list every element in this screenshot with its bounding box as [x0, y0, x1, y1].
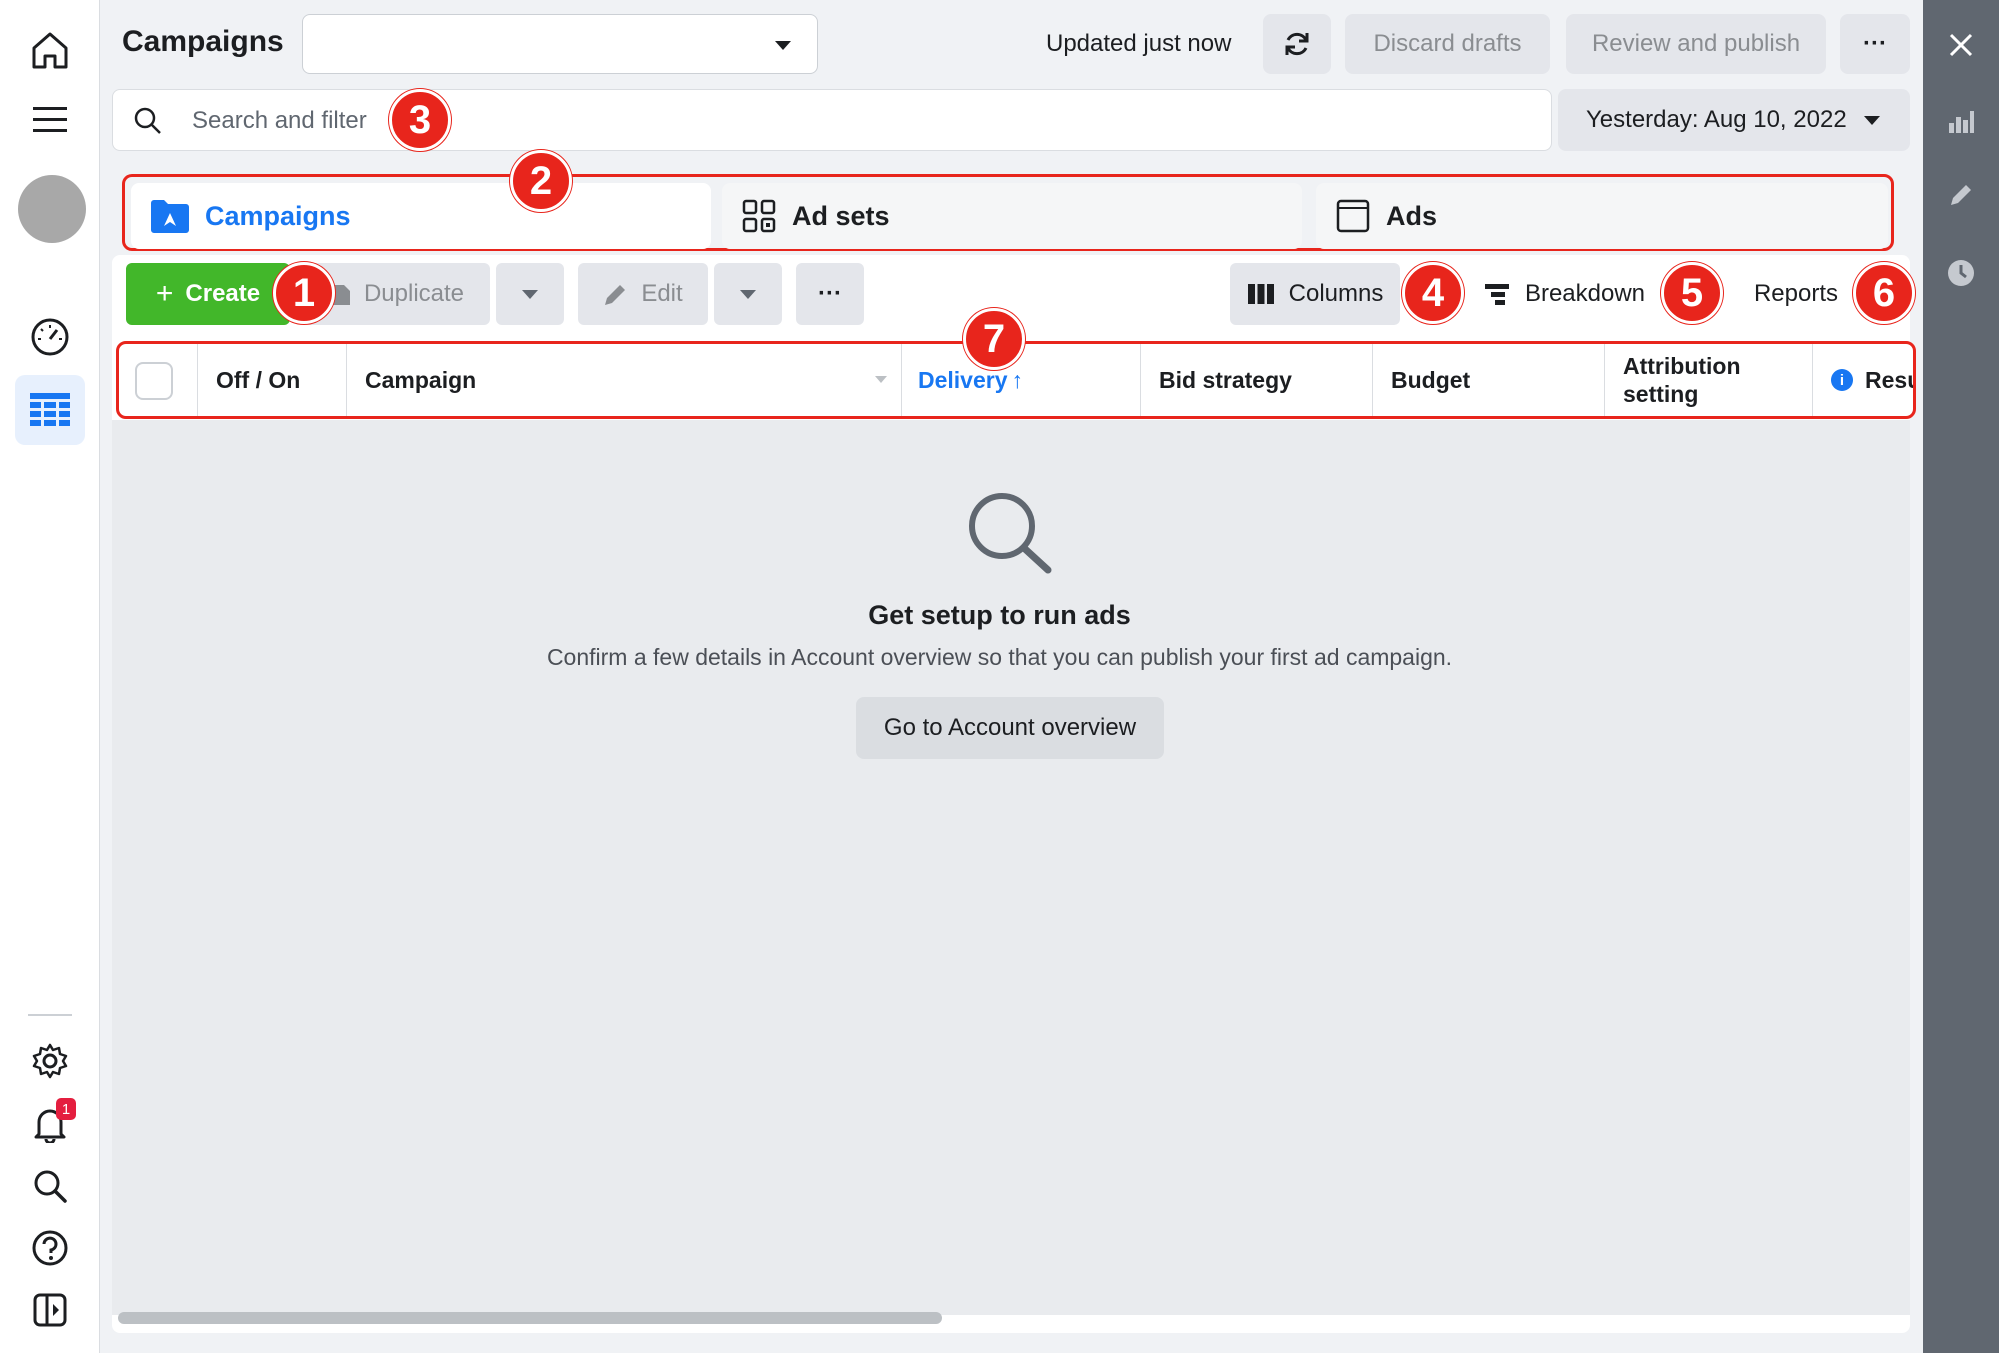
breakdown-button[interactable]: Breakdown	[1464, 263, 1664, 325]
home-icon[interactable]	[0, 28, 100, 72]
horizontal-scrollbar[interactable]	[118, 1312, 942, 1324]
tab-ad-sets-label: Ad sets	[792, 200, 890, 231]
pencil-icon[interactable]	[1923, 178, 1999, 212]
search-icon[interactable]	[0, 1166, 100, 1206]
chevron-down-icon	[522, 289, 538, 299]
more-options-button[interactable]: ···	[1840, 14, 1910, 74]
panel-toggle-icon[interactable]	[0, 1290, 100, 1330]
go-to-account-overview-button[interactable]: Go to Account overview	[856, 697, 1164, 759]
column-campaign-label: Campaign	[365, 366, 477, 393]
empty-state-title: Get setup to run ads	[868, 600, 1131, 630]
left-nav: 1	[0, 0, 100, 1353]
help-icon[interactable]	[0, 1228, 100, 1268]
annotation-marker-5: 5	[1661, 262, 1723, 324]
tab-ads-label: Ads	[1386, 200, 1438, 231]
breakdown-label: Breakdown	[1524, 280, 1646, 307]
sort-caret-icon	[875, 376, 887, 383]
menu-icon[interactable]	[0, 102, 100, 138]
column-header-delivery[interactable]: Delivery ↑	[902, 344, 1141, 416]
tab-campaigns-label: Campaigns	[205, 200, 351, 231]
right-rail	[1923, 0, 1999, 1353]
column-attribution-label: Attribution setting	[1623, 353, 1741, 407]
date-range-label: Yesterday: Aug 10, 2022	[1586, 106, 1847, 133]
empty-state-subtitle: Confirm a few details in Account overvie…	[546, 644, 1453, 670]
column-header-off-on[interactable]: Off / On	[198, 344, 347, 416]
dashboard-gauge-icon[interactable]	[0, 316, 100, 358]
refresh-icon	[1285, 32, 1309, 56]
annotation-marker-7: 7	[963, 308, 1025, 370]
chevron-down-icon	[740, 289, 756, 299]
ad-sets-grid-icon	[742, 199, 776, 233]
annotation-marker-6: 6	[1853, 262, 1915, 324]
plus-icon: +	[155, 277, 174, 310]
review-publish-button[interactable]: Review and publish	[1566, 14, 1826, 74]
level-tabs: Campaigns Ad sets Ads	[122, 174, 1894, 251]
ads-manager-table-icon[interactable]	[15, 375, 85, 445]
annotation-marker-3: 3	[389, 89, 451, 151]
annotation-marker-2: 2	[510, 150, 572, 212]
edit-dropdown-button[interactable]	[714, 263, 782, 325]
settings-gear-icon[interactable]	[0, 1042, 100, 1080]
duplicate-dropdown-button[interactable]	[496, 263, 564, 325]
edit-button[interactable]: Edit	[578, 263, 708, 325]
columns-label: Columns	[1288, 280, 1384, 307]
chevron-down-icon	[1864, 116, 1880, 125]
page-title: Campaigns	[122, 25, 284, 58]
edit-label: Edit	[641, 280, 683, 307]
breakdown-icon	[1484, 284, 1509, 305]
notifications-bell-icon[interactable]	[0, 1104, 100, 1144]
column-delivery-label: Delivery	[918, 366, 1008, 393]
discard-drafts-button[interactable]: Discard drafts	[1345, 14, 1550, 74]
create-label: Create	[185, 280, 261, 307]
search-icon	[134, 107, 161, 134]
info-icon: i	[1831, 369, 1853, 391]
refresh-button[interactable]	[1263, 14, 1331, 74]
nav-divider	[28, 1014, 72, 1016]
column-header-attribution-setting[interactable]: Attribution setting	[1605, 344, 1813, 416]
columns-button[interactable]: Columns	[1230, 263, 1400, 325]
tab-campaigns[interactable]: Campaigns	[131, 183, 711, 249]
avatar[interactable]	[18, 175, 86, 243]
annotation-marker-4: 4	[1402, 262, 1464, 324]
close-icon[interactable]	[1923, 28, 1999, 62]
reports-button[interactable]: Reports	[1726, 263, 1866, 325]
empty-search-icon	[969, 493, 1052, 574]
tab-ads[interactable]: Ads	[1316, 183, 1888, 249]
history-clock-icon[interactable]	[1923, 256, 1999, 290]
select-all-checkbox[interactable]	[135, 362, 173, 400]
column-results-label: Resu	[1865, 366, 1916, 393]
search-input[interactable]: Search and filter	[112, 89, 1552, 151]
toolbar-more-button[interactable]: ···	[796, 263, 864, 325]
search-placeholder: Search and filter	[192, 107, 367, 134]
bar-chart-icon[interactable]	[1923, 104, 1999, 138]
select-all-cell	[119, 344, 198, 416]
column-header-bid-strategy[interactable]: Bid strategy	[1141, 344, 1373, 416]
chevron-down-icon	[775, 41, 791, 50]
column-header-results[interactable]: i Resu	[1813, 344, 1916, 416]
columns-icon	[1247, 284, 1274, 304]
date-range-picker[interactable]: Yesterday: Aug 10, 2022	[1558, 89, 1910, 151]
ads-window-icon	[1336, 199, 1370, 233]
create-button[interactable]: + Create	[126, 263, 290, 325]
campaigns-folder-icon	[151, 200, 189, 233]
sort-ascending-icon: ↑	[1011, 366, 1024, 393]
annotation-marker-1: 1	[273, 262, 335, 324]
column-header-campaign[interactable]: Campaign	[347, 344, 902, 416]
edit-pencil-icon	[605, 285, 626, 305]
column-header-budget[interactable]: Budget	[1373, 344, 1605, 416]
tab-ad-sets[interactable]: Ad sets	[722, 183, 1302, 249]
duplicate-label: Duplicate	[363, 280, 465, 307]
updated-status: Updated just now	[1046, 30, 1232, 57]
account-select[interactable]	[302, 14, 818, 74]
notification-badge: 1	[56, 1098, 76, 1120]
